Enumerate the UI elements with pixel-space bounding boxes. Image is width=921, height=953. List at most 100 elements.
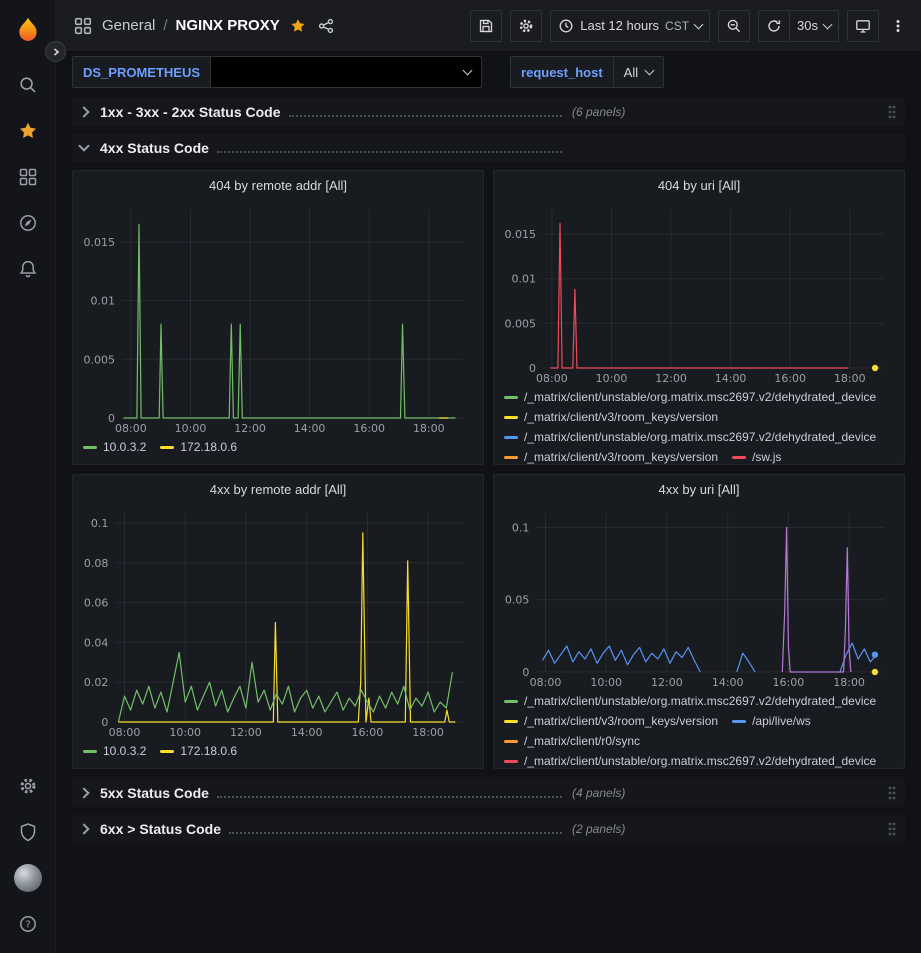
dashboards-icon[interactable] — [6, 155, 50, 199]
expand-sidebar-button[interactable] — [45, 41, 66, 62]
panel-title[interactable]: 4xx by remote addr [All] — [73, 475, 483, 503]
share-icon[interactable] — [316, 16, 336, 36]
panel-title[interactable]: 4xx by uri [All] — [494, 475, 904, 503]
legend-item[interactable]: /_matrix/client/v3/room_keys/version — [504, 448, 718, 464]
series-color-marker — [504, 456, 518, 459]
user-avatar[interactable] — [6, 856, 50, 900]
dashboard-title[interactable]: NGINX PROXY — [176, 17, 280, 34]
legend-item[interactable]: /_matrix/client/unstable/org.matrix.msc2… — [504, 752, 876, 768]
series-label: /api/live/ws — [752, 712, 811, 731]
topbar-actions: Last 12 hours CST 30s — [470, 10, 909, 42]
svg-text:08:00: 08:00 — [109, 726, 141, 739]
legend-item[interactable]: /sw.js — [732, 448, 781, 464]
datasource-variable-label: DS_PROMETHEUS — [72, 56, 210, 88]
row-5xx-status-code[interactable]: 5xx Status Code (4 panels) — [72, 779, 905, 807]
help-icon[interactable]: ? — [6, 902, 50, 946]
grafana-logo-icon[interactable] — [6, 8, 50, 52]
series-label: /_matrix/client/unstable/org.matrix.msc2… — [524, 428, 876, 447]
series-label: /_matrix/client/unstable/org.matrix.msc2… — [524, 692, 876, 711]
legend-item[interactable]: /_matrix/client/r0/sync — [504, 732, 640, 751]
series-label: 172.18.0.6 — [180, 742, 237, 761]
series-color-marker — [504, 720, 518, 723]
row-1xx-3xx-2xx-status-code[interactable]: 1xx - 3xx - 2xx Status Code (6 panels) — [72, 98, 905, 126]
chart-4xx-by-uri[interactable]: 08:0010:0012:0014:0016:0018:0000.050.1 — [500, 503, 898, 690]
row-panel-count: (2 panels) — [572, 822, 625, 836]
svg-text:10:00: 10:00 — [590, 676, 622, 689]
legend-item[interactable]: 10.0.3.2 — [83, 742, 146, 761]
request-host-value: All — [624, 65, 638, 80]
chart-4xx-by-remote-addr[interactable]: 08:0010:0012:0014:0016:0018:0000.020.040… — [79, 503, 477, 740]
chevron-down-icon — [694, 19, 704, 29]
dotted-leader — [217, 151, 562, 153]
refresh-interval-dropdown[interactable]: 30s — [790, 10, 839, 42]
panel-title[interactable]: 404 by uri [All] — [494, 171, 904, 199]
svg-text:14:00: 14:00 — [712, 676, 744, 689]
legend-item[interactable]: /_matrix/client/unstable/org.matrix.msc2… — [504, 388, 876, 407]
refresh-button-group: 30s — [758, 10, 839, 42]
alerting-bell-icon[interactable] — [6, 247, 50, 291]
series-color-marker — [160, 750, 174, 753]
legend-item[interactable]: 10.0.3.2 — [83, 438, 146, 457]
drag-handle-icon[interactable] — [887, 104, 897, 120]
svg-text:0: 0 — [101, 716, 108, 729]
favorite-star-icon[interactable] — [288, 16, 308, 36]
time-range-picker[interactable]: Last 12 hours CST — [550, 10, 710, 42]
series-color-marker — [732, 456, 746, 459]
dotted-leader — [289, 115, 562, 117]
legend-item[interactable]: /_matrix/client/v3/room_keys/version — [504, 408, 718, 427]
series-color-marker — [504, 740, 518, 743]
chart-legend: /_matrix/client/unstable/org.matrix.msc2… — [494, 386, 904, 464]
starred-icon[interactable] — [6, 109, 50, 153]
breadcrumb-separator: / — [163, 17, 167, 34]
svg-text:12:00: 12:00 — [655, 372, 687, 385]
legend-item[interactable]: /_matrix/client/unstable/org.matrix.msc2… — [504, 692, 876, 711]
panel-title[interactable]: 404 by remote addr [All] — [73, 171, 483, 199]
avatar[interactable] — [14, 864, 42, 892]
panel-404-by-uri: 404 by uri [All] 08:0010:0012:0014:0016:… — [493, 170, 905, 465]
configuration-gear-icon[interactable] — [6, 764, 50, 808]
datasource-variable: DS_PROMETHEUS — [72, 56, 482, 88]
zoom-out-button[interactable] — [718, 10, 750, 42]
breadcrumb-section[interactable]: General — [102, 17, 155, 34]
svg-text:0.01: 0.01 — [91, 295, 116, 308]
timezone-label: CST — [665, 19, 689, 33]
row-6xx-status-code[interactable]: 6xx > Status Code (2 panels) — [72, 815, 905, 843]
explore-compass-icon[interactable] — [6, 201, 50, 245]
request-host-select[interactable]: All — [613, 56, 664, 88]
drag-handle-icon[interactable] — [887, 821, 897, 837]
svg-text:10:00: 10:00 — [596, 372, 628, 385]
legend-item[interactable]: /api/live/ws — [732, 712, 811, 731]
series-label: /_matrix/client/r0/sync — [524, 732, 640, 751]
main-content: General / NGINX PROXY Last 12 hours CST — [56, 0, 921, 953]
drag-handle-icon[interactable] — [887, 785, 897, 801]
legend-item[interactable]: /_matrix/client/unstable/org.matrix.msc2… — [504, 428, 876, 447]
server-admin-shield-icon[interactable] — [6, 810, 50, 854]
clock-icon — [558, 18, 574, 34]
chart-404-by-remote-addr[interactable]: 08:0010:0012:0014:0016:0018:0000.0050.01… — [79, 199, 477, 436]
svg-text:0.08: 0.08 — [84, 557, 109, 570]
refresh-button[interactable] — [758, 10, 790, 42]
save-dashboard-button[interactable] — [470, 10, 502, 42]
datasource-select[interactable] — [210, 56, 482, 88]
row-title: 1xx - 3xx - 2xx Status Code — [100, 104, 281, 120]
svg-text:12:00: 12:00 — [230, 726, 262, 739]
search-icon[interactable] — [6, 63, 50, 107]
legend-item[interactable]: 172.18.0.6 — [160, 742, 237, 761]
svg-text:0.1: 0.1 — [512, 522, 530, 535]
legend-item[interactable]: 172.18.0.6 — [160, 438, 237, 457]
svg-text:0.01: 0.01 — [512, 273, 537, 286]
dashboard-settings-button[interactable] — [510, 10, 542, 42]
chart-404-by-uri[interactable]: 08:0010:0012:0014:0016:0018:0000.0050.01… — [500, 199, 898, 386]
time-range-label: Last 12 hours — [580, 18, 659, 33]
tv-mode-button[interactable] — [847, 10, 879, 42]
series-label: 172.18.0.6 — [180, 438, 237, 457]
dashboard: 1xx - 3xx - 2xx Status Code (6 panels) 4… — [56, 96, 921, 953]
sidebar: ? — [0, 0, 56, 953]
series-color-marker — [83, 446, 97, 449]
svg-text:12:00: 12:00 — [234, 422, 266, 435]
row-4xx-status-code[interactable]: 4xx Status Code — [72, 134, 905, 162]
legend-item[interactable]: /_matrix/client/v3/room_keys/version — [504, 712, 718, 731]
svg-text:18:00: 18:00 — [412, 726, 444, 739]
kebab-menu-icon[interactable] — [887, 10, 909, 42]
chart-legend: 10.0.3.2 172.18.0.6 — [73, 436, 483, 464]
